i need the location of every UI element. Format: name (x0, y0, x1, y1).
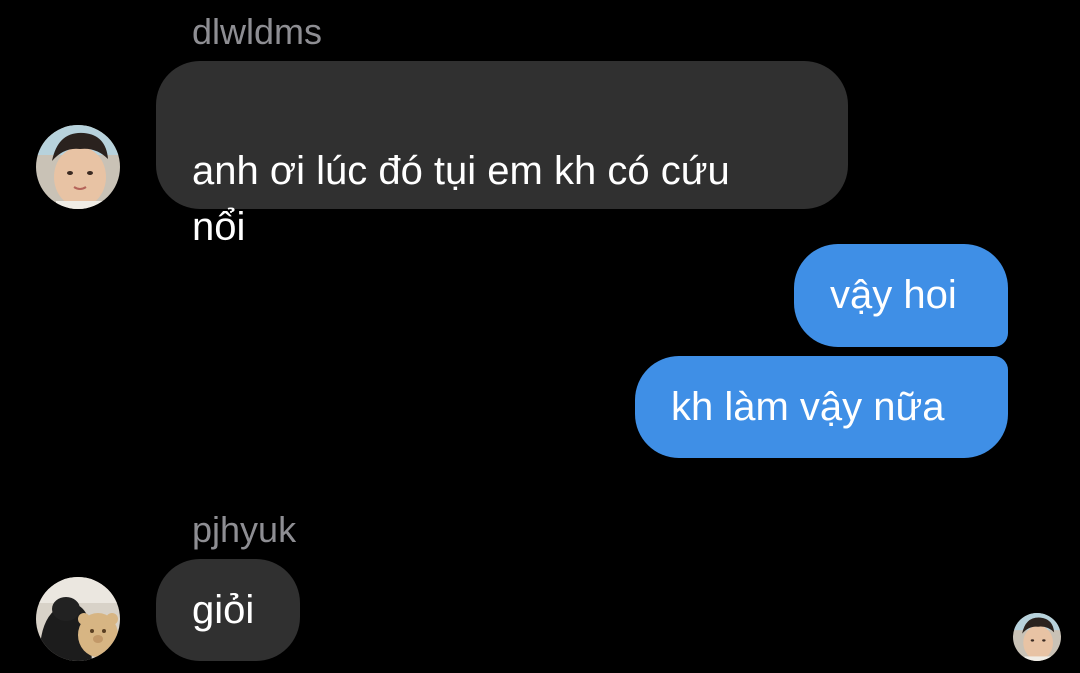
boy-face-avatar-icon (36, 125, 120, 209)
avatar-pjhyuk[interactable] (36, 577, 120, 661)
message-text: kh làm vậy nữa (671, 385, 945, 429)
message-text: giỏi (192, 588, 255, 632)
incoming-message-bubble[interactable]: giỏi (156, 559, 300, 661)
boy-face-avatar-small-icon (1013, 613, 1061, 661)
read-receipt-avatar (1013, 613, 1061, 661)
message-text: vậy hoi (830, 273, 957, 317)
sender-name-pjhyuk: pjhyuk (192, 509, 297, 550)
outgoing-message-bubble[interactable]: vậy hoi (794, 244, 1008, 347)
outgoing-message-bubble[interactable]: kh làm vậy nữa (635, 356, 1008, 458)
incoming-message-bubble[interactable]: anh ơi lúc đó tụi em kh có cứu nổi (156, 61, 848, 249)
sender-name-dlwldms: dlwldms (192, 11, 323, 52)
person-with-plush-avatar-icon (36, 577, 120, 661)
message-text: anh ơi lúc đó tụi em kh có cứu nổi (192, 149, 730, 249)
avatar-dlwldms[interactable] (36, 125, 120, 209)
